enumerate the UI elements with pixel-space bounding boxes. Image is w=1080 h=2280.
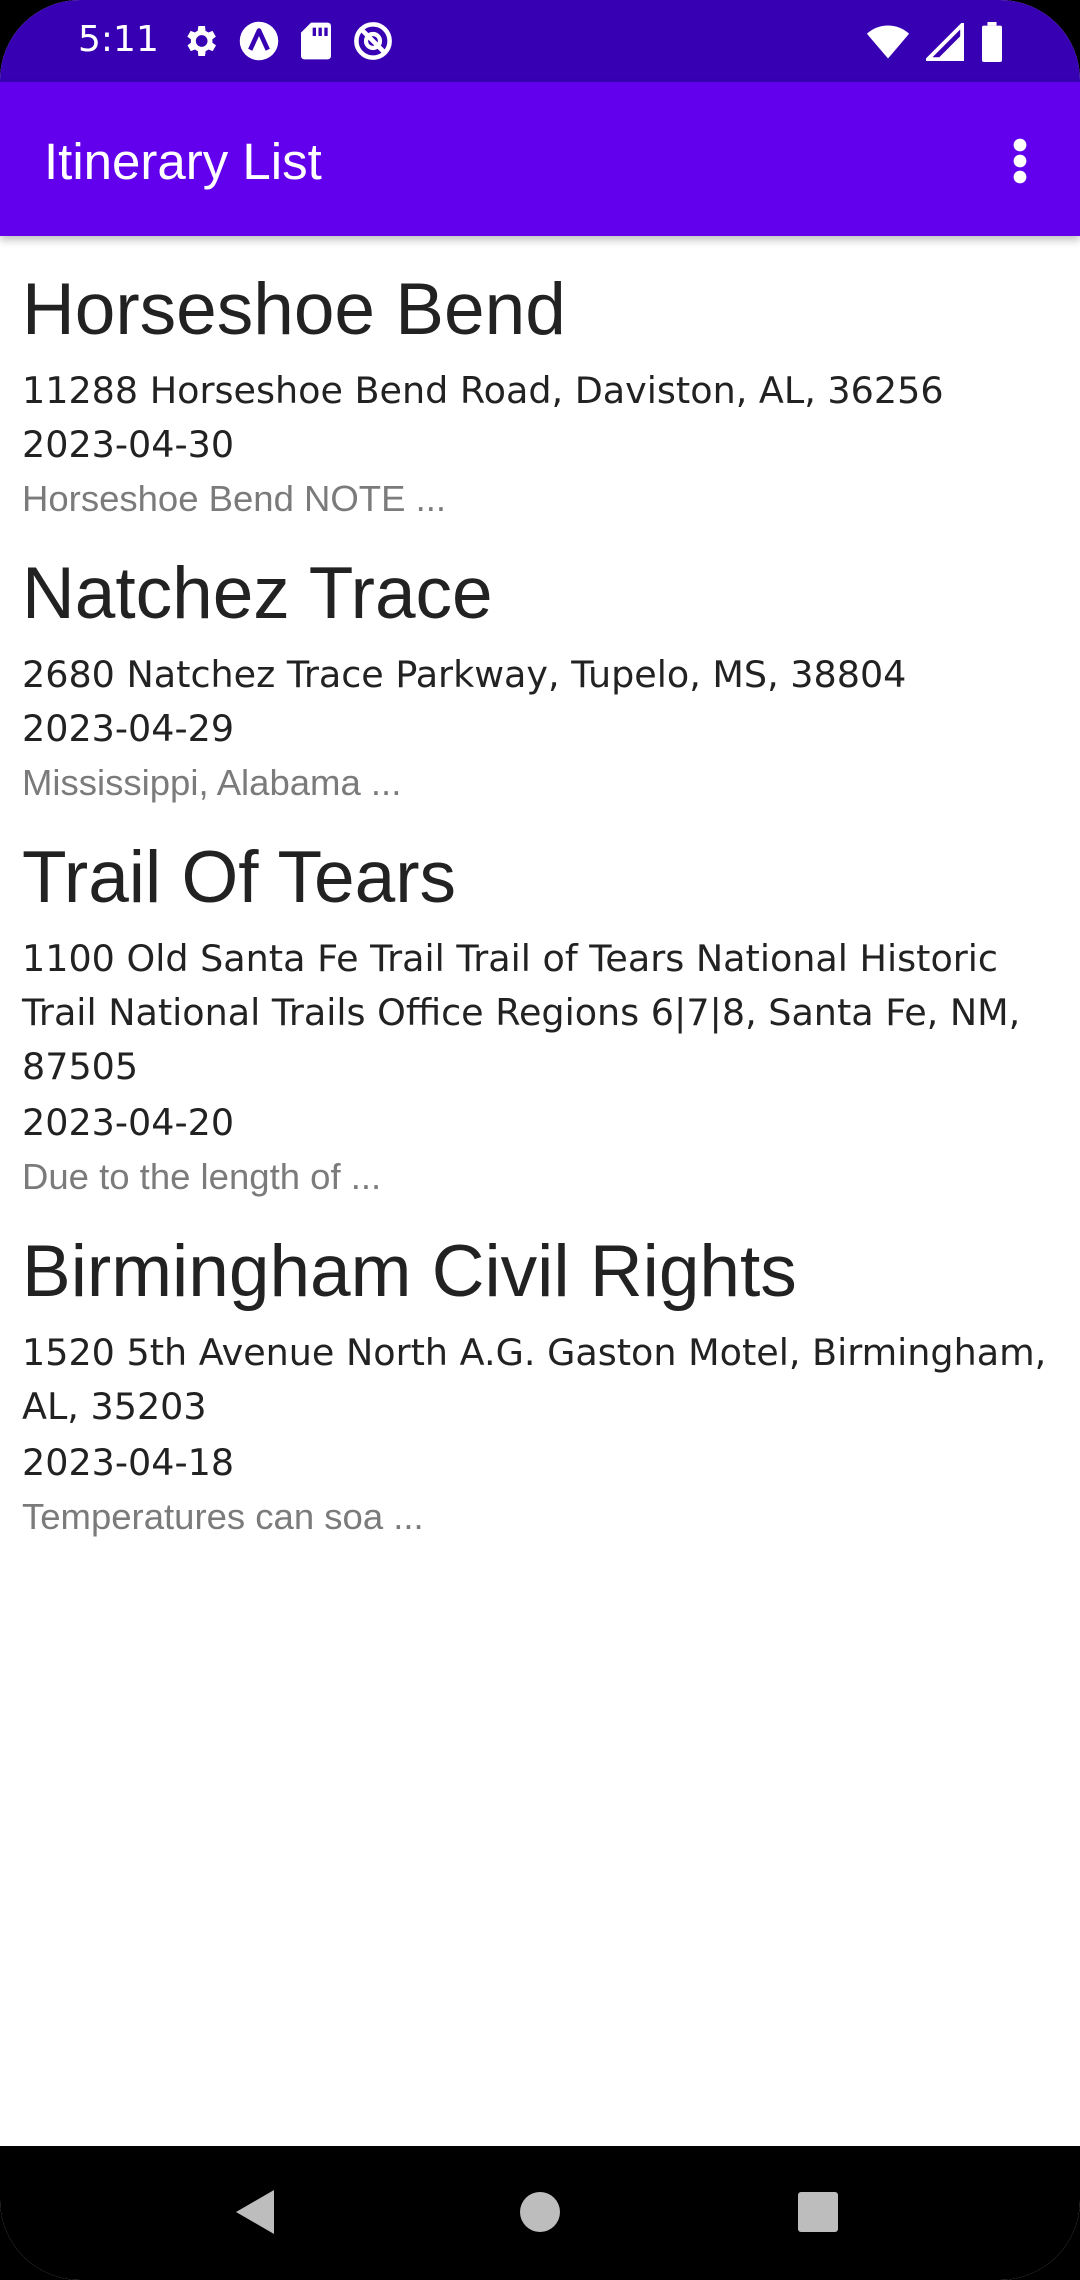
itinerary-date: 2023-04-20 [22, 1101, 235, 1144]
list-item[interactable]: Birmingham Civil Rights 1520 5th Avenue … [0, 1198, 1080, 1538]
more-vert-icon [1013, 138, 1027, 184]
overflow-menu-button[interactable] [990, 122, 1050, 200]
itinerary-address: 11288 Horseshoe Bend Road, Daviston, AL,… [22, 369, 944, 412]
home-button[interactable] [504, 2176, 576, 2248]
a-circle-icon [239, 21, 279, 61]
sd-card-icon [301, 22, 331, 60]
no-sync-icon [354, 22, 392, 60]
wifi-icon [866, 25, 910, 59]
page-title: Itinerary List [44, 133, 322, 190]
signal-icon [926, 23, 964, 61]
app-bar: Itinerary List [0, 82, 1080, 236]
itinerary-address: 1100 Old Santa Fe Trail Trail of Tears N… [22, 937, 1021, 1088]
recents-icon [798, 2192, 838, 2232]
status-icons-right [866, 22, 1004, 62]
itinerary-date: 2023-04-18 [22, 1441, 235, 1484]
back-icon [236, 2190, 274, 2234]
recents-button[interactable] [782, 2176, 854, 2248]
itinerary-note: Horseshoe Bend NOTE ... [22, 478, 446, 519]
battery-icon [982, 22, 1002, 62]
status-icons-left [180, 20, 394, 62]
list-item[interactable]: Natchez Trace 2680 Natchez Trace Parkway… [0, 520, 1080, 804]
status-bar: 5:11 [0, 0, 1080, 82]
home-icon [520, 2192, 560, 2232]
itinerary-name: Birmingham Civil Rights [22, 1231, 797, 1312]
list-item[interactable]: Horseshoe Bend 11288 Horseshoe Bend Road… [0, 236, 1080, 520]
itinerary-name: Trail Of Tears [22, 837, 457, 918]
phone-screen: 5:11 Itinerary List Horseshoe Bend 11288… [0, 0, 1080, 2280]
status-time: 5:11 [78, 19, 159, 60]
itinerary-date: 2023-04-29 [22, 707, 235, 750]
itinerary-note: Temperatures can soa ... [22, 1496, 424, 1537]
itinerary-date: 2023-04-30 [22, 423, 235, 466]
itinerary-note: Mississippi, Alabama ... [22, 762, 402, 803]
back-button[interactable] [222, 2176, 294, 2248]
itinerary-note: Due to the length of ... [22, 1156, 382, 1197]
itinerary-name: Horseshoe Bend [22, 269, 566, 350]
list-item[interactable]: Trail Of Tears 1100 Old Santa Fe Trail T… [0, 804, 1080, 1198]
settings-icon [187, 26, 216, 56]
navigation-bar [0, 2146, 1080, 2280]
itinerary-name: Natchez Trace [22, 553, 493, 634]
itinerary-address: 2680 Natchez Trace Parkway, Tupelo, MS, … [22, 653, 907, 696]
itinerary-address: 1520 5th Avenue North A.G. Gaston Motel,… [22, 1331, 1047, 1428]
